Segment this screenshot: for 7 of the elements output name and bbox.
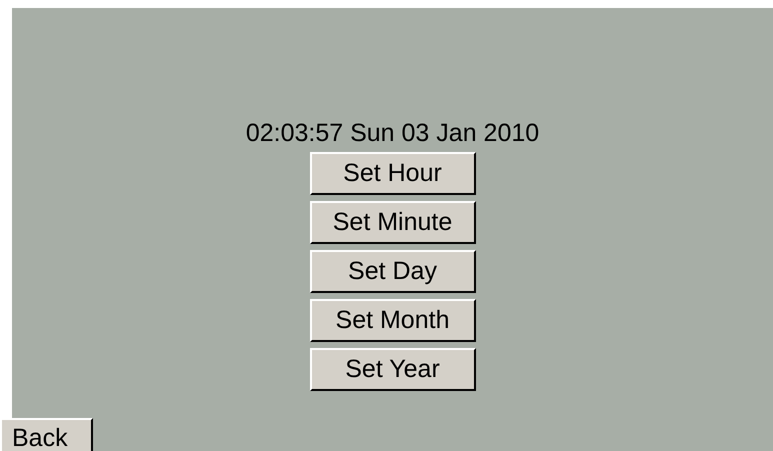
set-button[interactable]: Set Day	[310, 250, 476, 293]
back-button[interactable]: Back	[0, 418, 93, 451]
datetime-text: 02:03:57 Sun 03 Jan 2010	[246, 118, 540, 148]
set-button[interactable]: Set Hour	[310, 152, 476, 195]
set-button[interactable]: Set Year	[310, 348, 476, 391]
set-button[interactable]: Set Month	[310, 299, 476, 342]
set-button[interactable]: Set Minute	[310, 201, 476, 244]
